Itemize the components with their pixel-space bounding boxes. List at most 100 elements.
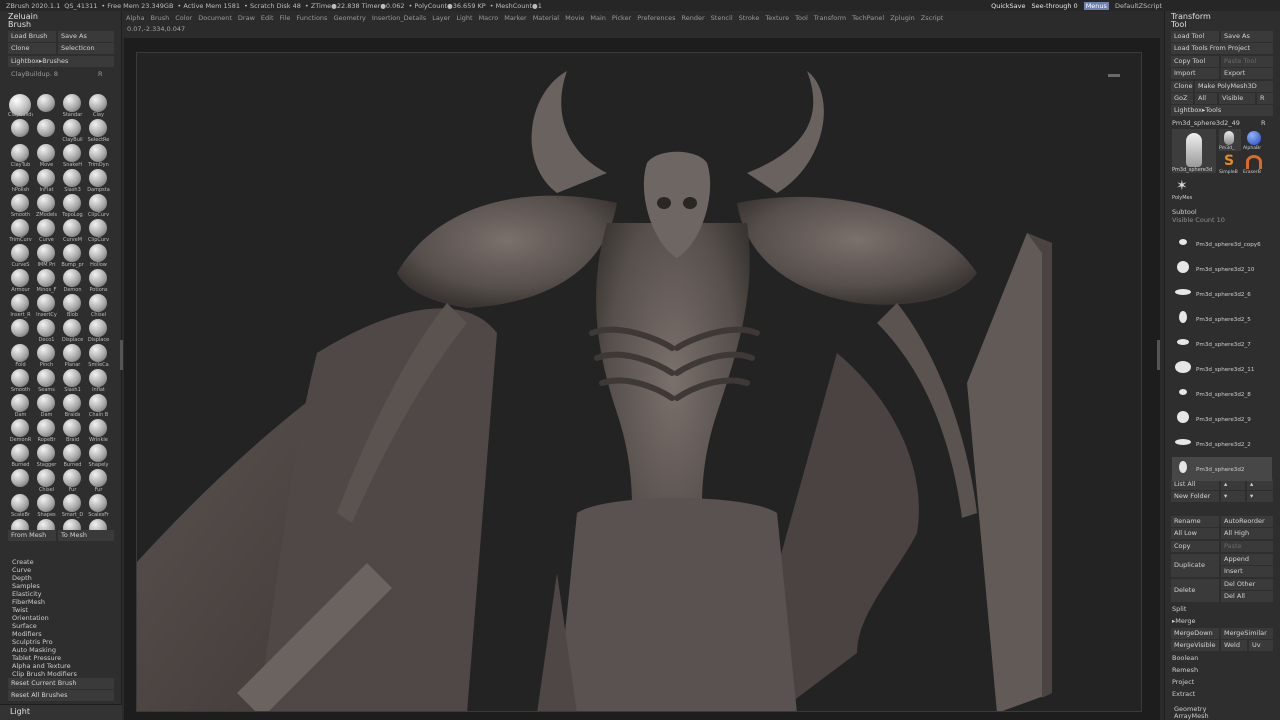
brush-cell[interactable]: SmileCa — [86, 343, 111, 368]
brush-cell[interactable] — [8, 318, 33, 343]
viewport[interactable] — [124, 38, 1160, 720]
menu-item[interactable]: Zplugin — [890, 14, 915, 22]
autoreorder-button[interactable]: AutoReorder — [1221, 516, 1273, 527]
menu-item[interactable]: Layer — [432, 14, 450, 22]
brush-submenu-item[interactable]: Samples — [12, 582, 90, 590]
brush-cell[interactable]: Demon — [60, 268, 85, 293]
arrow-down-button[interactable]: ▾ — [1221, 491, 1245, 502]
menu-item[interactable]: Light — [456, 14, 472, 22]
del-other-button[interactable]: Del Other — [1221, 579, 1273, 590]
quicksave-button[interactable]: QuickSave — [991, 2, 1025, 10]
tool-thumb-eraserbrush[interactable]: EraserB — [1243, 153, 1265, 175]
r-button[interactable]: R — [98, 70, 103, 78]
brush-cell[interactable]: Clay — [86, 93, 111, 118]
boolean-menu[interactable]: Boolean — [1172, 654, 1198, 662]
brush-cell[interactable]: InsertCy — [34, 293, 59, 318]
brush-cell[interactable]: ZModels — [34, 193, 59, 218]
brush-cell[interactable]: Curve — [34, 218, 59, 243]
brush-cell[interactable]: Chisel — [34, 468, 59, 493]
del-all-button[interactable]: Del All — [1221, 591, 1273, 602]
menu-item[interactable]: Tool — [795, 14, 808, 22]
copy-tool-button[interactable]: Copy Tool — [1171, 56, 1219, 67]
menu-item[interactable]: Draw — [238, 14, 255, 22]
brush-cell[interactable]: CurveS — [8, 243, 33, 268]
rename-button[interactable]: Rename — [1171, 516, 1219, 527]
menu-item[interactable]: Render — [682, 14, 705, 22]
brush-submenu-item[interactable]: Alpha and Texture — [12, 662, 90, 670]
merge-menu[interactable]: ▸Merge — [1172, 617, 1196, 625]
reset-current-brush-button[interactable]: Reset Current Brush — [8, 678, 114, 689]
subtool-item[interactable]: Pm3d_sphere3d2 — [1172, 457, 1272, 481]
brush-cell[interactable]: Pinch — [34, 343, 59, 368]
brush-submenu-item[interactable]: Tablet Pressure — [12, 654, 90, 662]
menu-item[interactable]: Document — [198, 14, 232, 22]
tool-thumb-pm3d[interactable]: Pm3d_ — [1219, 129, 1241, 151]
clone-button[interactable]: Clone — [8, 43, 56, 54]
menu-item[interactable]: Texture — [765, 14, 789, 22]
load-tool-button[interactable]: Load Tool — [1171, 31, 1219, 42]
copy-subtool-button[interactable]: Copy — [1171, 541, 1219, 552]
menu-item[interactable]: Edit — [261, 14, 274, 22]
tool-thumb-main[interactable]: Pm3d_sphere3d — [1172, 129, 1216, 173]
subtool-header[interactable]: Subtool — [1172, 208, 1197, 216]
menu-item[interactable]: File — [280, 14, 291, 22]
brush-cell[interactable]: SelectRe — [86, 118, 111, 143]
brush-cell[interactable]: Bump_pr — [60, 243, 85, 268]
subtool-item[interactable]: Pm3d_sphere3d2_10 — [1172, 257, 1272, 281]
menus-toggle[interactable]: Menus — [1083, 1, 1109, 10]
brush-cell[interactable]: IMM Pri — [34, 243, 59, 268]
menu-item[interactable]: Brush — [150, 14, 169, 22]
brush-cell[interactable]: ScaleBr — [8, 493, 33, 518]
brush-cell[interactable]: Shapely — [86, 443, 111, 468]
brush-cell[interactable]: ScalesFr — [86, 493, 111, 518]
brush-submenu-item[interactable]: Curve — [12, 566, 90, 574]
menu-item[interactable]: Alpha — [126, 14, 144, 22]
brush-cell[interactable] — [34, 93, 59, 118]
remesh-menu[interactable]: Remesh — [1172, 666, 1198, 674]
menu-item[interactable]: Picker — [612, 14, 631, 22]
brush-cell[interactable]: ClayBuildup — [8, 93, 33, 118]
load-brush-button[interactable]: Load Brush — [8, 31, 56, 42]
save-as-button[interactable]: Save As — [58, 31, 114, 42]
brush-cell[interactable]: Seams — [34, 368, 59, 393]
uv-button[interactable]: Uv — [1249, 640, 1273, 651]
brush-submenu-item[interactable]: Surface — [12, 622, 90, 630]
left-scroll-handle[interactable] — [120, 340, 123, 370]
brush-cell[interactable]: Hollow — [86, 243, 111, 268]
from-mesh-button[interactable]: From Mesh — [8, 530, 56, 541]
brush-cell[interactable]: Shapes — [34, 493, 59, 518]
goz-r-button[interactable]: R — [1257, 93, 1273, 104]
brush-cell[interactable]: hPolish — [8, 168, 33, 193]
insert-button[interactable]: Insert — [1221, 566, 1273, 577]
arrow-down-alt-button[interactable]: ▾ — [1247, 491, 1273, 502]
brush-cell[interactable]: ClayBuil — [60, 118, 85, 143]
brush-cell[interactable]: Minos_F — [34, 268, 59, 293]
menu-item[interactable]: Color — [175, 14, 192, 22]
brush-cell[interactable] — [34, 118, 59, 143]
goz-visible-button[interactable]: Visible — [1219, 93, 1255, 104]
tool-thumb-alphabrush[interactable]: AlphaBr — [1243, 129, 1265, 151]
brush-cell[interactable]: Dampsta — [86, 168, 111, 193]
brush-cell[interactable]: Braids — [60, 393, 85, 418]
menu-item[interactable]: Preferences — [637, 14, 675, 22]
to-mesh-button[interactable]: To Mesh — [58, 530, 114, 541]
export-button[interactable]: Export — [1221, 68, 1273, 79]
brush-submenu-item[interactable]: Depth — [12, 574, 90, 582]
lightbox-brushes-button[interactable]: Lightbox▸Brushes — [8, 56, 114, 67]
brush-cell[interactable]: ClayTub — [8, 143, 33, 168]
subtool-item[interactable]: Pm3d_sphere3d2_8 — [1172, 382, 1272, 406]
current-tool-r-button[interactable]: R — [1261, 119, 1266, 127]
goz-all-button[interactable]: All — [1195, 93, 1217, 104]
menu-item[interactable]: Movie — [565, 14, 584, 22]
new-folder-button[interactable]: New Folder — [1171, 491, 1219, 502]
menu-item[interactable]: Marker — [504, 14, 526, 22]
viewport-scroll-handle[interactable] — [1108, 74, 1120, 77]
append-button[interactable]: Append — [1221, 554, 1273, 565]
brush-cell[interactable]: Displace — [60, 318, 85, 343]
brush-cell[interactable]: CurveM — [60, 218, 85, 243]
document-canvas[interactable] — [136, 52, 1142, 712]
brush-cell[interactable]: Inflat — [86, 368, 111, 393]
brush-cell[interactable] — [8, 118, 33, 143]
brush-cell[interactable]: RopeBr — [34, 418, 59, 443]
subtool-item[interactable]: Pm3d_sphere3d2_6 — [1172, 282, 1272, 306]
